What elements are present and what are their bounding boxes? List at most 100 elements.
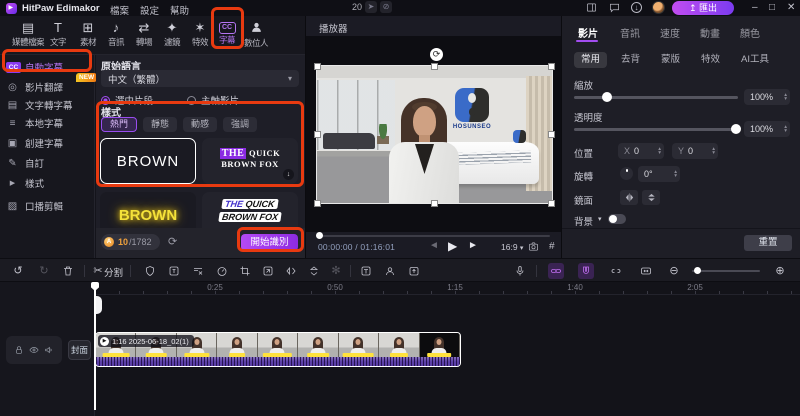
video-preview[interactable]: HOSUNSEO <box>317 66 552 203</box>
style-tab-static[interactable]: 靜態 <box>143 117 177 132</box>
menu-settings[interactable]: 設定 <box>140 3 159 17</box>
download-icon[interactable]: ↓ <box>631 2 642 13</box>
prev-frame-button[interactable]: ◄ <box>429 240 439 251</box>
flip-vertical-icon[interactable] <box>642 190 660 205</box>
ribbon-subtitles[interactable]: CC 字幕 <box>211 19 243 46</box>
sidebar-item-style[interactable]: ▶ 樣式 <box>6 175 92 191</box>
play-button[interactable]: ▶ <box>448 239 457 253</box>
close-button[interactable]: ✕ <box>787 2 795 13</box>
subtab-ai-tools[interactable]: AI工具 <box>734 52 776 68</box>
ribbon-text[interactable]: T 文字 <box>42 19 74 48</box>
refresh-icon[interactable]: ⟳ <box>168 235 177 248</box>
timeline-zoom-knob[interactable] <box>694 267 701 274</box>
selection-handle[interactable] <box>432 64 437 69</box>
sidebar-item-voice-clip[interactable]: ▨ 口播剪輯 <box>6 198 92 214</box>
reset-button[interactable]: 重置 <box>744 235 792 251</box>
playhead[interactable] <box>94 282 96 410</box>
language-select[interactable]: 中文（繁體） ▾ <box>101 70 299 87</box>
crop-icon[interactable] <box>237 263 253 279</box>
tab-audio[interactable]: 音訊 <box>620 25 640 40</box>
stepper-icon[interactable]: ▴▾ <box>784 125 787 133</box>
subtab-common[interactable]: 常用 <box>574 52 607 68</box>
timeline-ruler[interactable]: 0:25 0:50 1:15 1:40 2:05 <box>95 282 800 295</box>
flip-vertical-icon[interactable] <box>306 263 322 279</box>
download-style-icon[interactable]: ↓ <box>283 169 294 180</box>
timeline-zoom-slider[interactable] <box>692 270 760 272</box>
opacity-value-box[interactable]: 100% ▴▾ <box>744 121 790 137</box>
sidebar-item-create-subtitle[interactable]: ▣ 創建字幕 <box>6 135 92 151</box>
start-recognition-button[interactable]: 開始識別 <box>241 234 298 251</box>
radio-main-video[interactable]: 主軸影片 <box>187 93 239 107</box>
flip-horizontal-icon[interactable] <box>620 190 638 205</box>
zoom-out-icon[interactable]: ⊖ <box>666 263 682 279</box>
speaker-icon[interactable] <box>44 345 54 355</box>
redo-icon[interactable]: ↻ <box>36 263 52 279</box>
opacity-slider-knob[interactable] <box>731 124 741 134</box>
sidebar-item-local-subtitle[interactable]: ≡ 本地字幕 <box>6 115 92 131</box>
position-y-input[interactable]: Y0 ▴▾ <box>672 143 718 159</box>
scale-slider-knob[interactable] <box>602 92 612 102</box>
subtab-effects[interactable]: 特效 <box>694 52 727 68</box>
seek-knob[interactable] <box>316 232 323 239</box>
style-tab-dynamic[interactable]: 動感 <box>183 117 217 132</box>
tab-video[interactable]: 影片 <box>578 25 598 40</box>
sidebar-item-video-translate[interactable]: ◎ 影片翻譯 NEW <box>6 79 92 95</box>
add-text-icon[interactable] <box>358 263 374 279</box>
selection-handle[interactable] <box>549 64 554 69</box>
scale-value-box[interactable]: 100% ▴▾ <box>744 89 790 105</box>
opacity-slider[interactable] <box>574 128 738 131</box>
video-clip[interactable]: ▶ 1:16 2025-06-18_02(1) <box>95 332 461 367</box>
upload-box-icon[interactable] <box>406 263 422 279</box>
style-tab-emphasis[interactable]: 強調 <box>223 117 257 132</box>
delete-icon[interactable] <box>60 263 76 279</box>
cover-button[interactable]: 封面 <box>68 340 91 360</box>
text-box-icon[interactable] <box>166 263 182 279</box>
layout-icon[interactable] <box>585 2 598 14</box>
user-avatar[interactable] <box>652 1 665 14</box>
tab-speed[interactable]: 速度 <box>660 25 680 40</box>
seek-bar[interactable] <box>318 235 550 237</box>
ribbon-media[interactable]: ▤ 媒體檔案 <box>12 19 44 48</box>
aspect-ratio-select[interactable]: 16:9 ▾ <box>501 242 523 252</box>
selection-handle[interactable] <box>315 201 320 206</box>
lock-icon[interactable] <box>14 345 24 355</box>
tab-color[interactable]: 顏色 <box>740 25 760 40</box>
subtab-remove-bg[interactable]: 去背 <box>614 52 647 68</box>
menu-help[interactable]: 幫助 <box>170 3 189 17</box>
background-toggle[interactable] <box>608 214 626 224</box>
shield-icon[interactable] <box>142 263 158 279</box>
maximize-button[interactable]: □ <box>769 2 775 13</box>
freeze-frame-icon[interactable]: ✻ <box>328 263 344 279</box>
link-clips-icon[interactable] <box>548 263 564 279</box>
selection-handle[interactable] <box>432 201 437 206</box>
ribbon-digital-human[interactable]: 數位人 <box>240 19 272 49</box>
speed-gauge-icon[interactable] <box>214 263 230 279</box>
snapshot-icon[interactable] <box>528 241 540 252</box>
stepper-icon[interactable]: ▴▾ <box>712 147 715 155</box>
menu-file[interactable]: 檔案 <box>110 3 129 17</box>
grid-icon[interactable]: # <box>549 241 561 252</box>
minimize-button[interactable]: – <box>752 2 758 13</box>
selection-handle[interactable] <box>549 201 554 206</box>
style-tab-hot[interactable]: 熱門 <box>101 117 137 132</box>
export-button[interactable]: ↥ 匯出 <box>672 1 734 15</box>
background-caret-icon[interactable]: ▾ <box>598 215 602 223</box>
style-tile-quick-fox[interactable]: THE QUICK BROWN FOX ↓ <box>202 138 298 184</box>
stepper-icon[interactable]: ▴▾ <box>674 170 677 178</box>
next-frame-button[interactable]: ► <box>468 240 478 251</box>
selection-handle[interactable] <box>315 64 320 69</box>
sidebar-item-custom[interactable]: ✎ 自訂 <box>6 155 92 171</box>
style-tile-brown-selected[interactable]: BROWN <box>100 138 196 184</box>
rotate-handle-icon[interactable]: ⟳ <box>430 48 443 61</box>
flip-horizontal-icon[interactable] <box>283 263 299 279</box>
scale-frame-icon[interactable] <box>260 263 276 279</box>
stepper-icon[interactable]: ▴▾ <box>784 93 787 101</box>
stepper-icon[interactable]: ▴▾ <box>658 147 661 155</box>
playhead-grip[interactable] <box>95 296 102 314</box>
selection-handle[interactable] <box>549 132 554 137</box>
magnet-snap-icon[interactable] <box>578 263 594 279</box>
remove-subtitle-icon[interactable] <box>190 263 206 279</box>
undo-icon[interactable]: ↺ <box>10 263 26 279</box>
scale-slider[interactable] <box>574 96 738 99</box>
tab-animation[interactable]: 動畫 <box>700 25 720 40</box>
